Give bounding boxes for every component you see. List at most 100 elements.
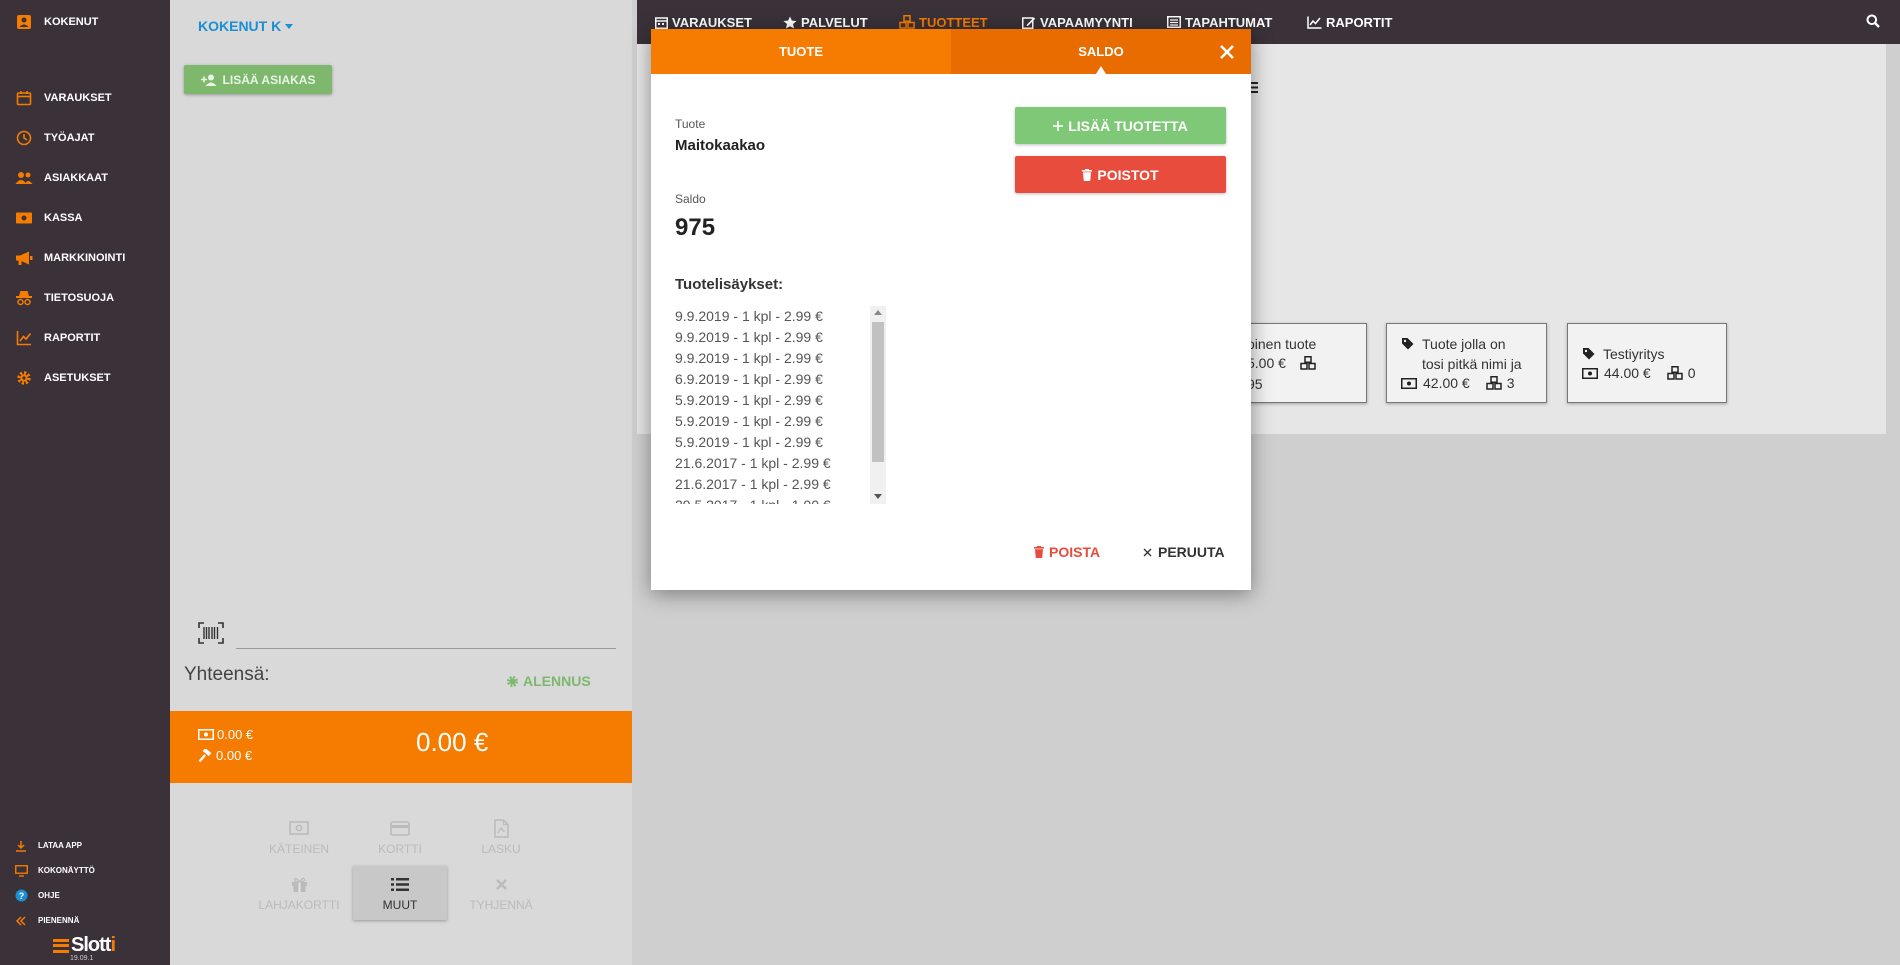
list-item: 9.9.2019 - 1 kpl - 2.99 € (675, 350, 823, 366)
sidebar-bottom-label: OHJE (38, 891, 60, 900)
invoice-pay-button[interactable]: LASKU (454, 810, 548, 864)
sidebar-item-kassa[interactable]: KASSA (0, 198, 170, 238)
gavel-icon (198, 748, 213, 763)
product-stock: 0 (1687, 365, 1696, 381)
money-bill-icon (289, 818, 309, 838)
megaphone-icon (14, 248, 34, 268)
sidebar-item-raportit[interactable]: RAPORTIT (0, 318, 170, 358)
download-icon (14, 839, 28, 853)
list-alt-icon (1167, 16, 1181, 28)
delete-button[interactable]: POISTA (1034, 544, 1100, 560)
cancel-button[interactable]: PERUUTA (1143, 544, 1225, 560)
list-item: 5.9.2019 - 1 kpl - 2.99 € (675, 392, 823, 408)
line-chart-icon (1307, 16, 1322, 29)
stock-icon (1666, 366, 1683, 380)
sidebar-item-pienenna[interactable]: PIENENNÄ (0, 908, 170, 933)
collapse-icon (14, 914, 28, 928)
tab-label: VAPAAMYYNTI (1040, 14, 1133, 30)
sidebar-item-kokonaytto[interactable]: KOKONÄYTTÖ (0, 858, 170, 883)
scroll-up-arrow-icon[interactable] (874, 310, 882, 315)
stock-icon (1485, 376, 1502, 390)
customer-name: KOKENUT K (198, 18, 282, 34)
additions-list[interactable]: 9.9.2019 - 1 kpl - 2.99 € 9.9.2019 - 1 k… (675, 306, 890, 504)
logo-mark (53, 938, 69, 953)
tab-tuote[interactable]: TUOTE (651, 29, 951, 74)
logo-accent: i (110, 934, 115, 956)
card-pay-button[interactable]: KORTTI (353, 810, 447, 864)
tag-icon (1582, 347, 1595, 364)
sidebar-item-tietosuoja[interactable]: TIETOSUOJA (0, 278, 170, 318)
product-card[interactable]: Tuote jolla on tosi pitkä nimi ja 42.00 … (1386, 323, 1547, 403)
sidebar-item-varaukset[interactable]: VARAUKSET (0, 78, 170, 118)
barcode-input[interactable] (236, 648, 616, 649)
sidebar-item-asiakkaat[interactable]: ASIAKKAAT (0, 158, 170, 198)
active-tab-indicator (1096, 66, 1106, 74)
other-pay-button[interactable]: MUUT (353, 866, 447, 920)
card-amount: 0.00 € (216, 748, 253, 763)
removals-button[interactable]: POISTOT (1015, 156, 1226, 193)
logo-text: Slott (71, 934, 111, 956)
additions-items: 9.9.2019 - 1 kpl - 2.99 € 9.9.2019 - 1 k… (675, 306, 870, 504)
times-icon (495, 874, 508, 894)
spy-icon (14, 288, 34, 308)
sidebar-bottom-label: PIENENNÄ (38, 916, 80, 925)
calendar-icon (14, 88, 34, 108)
scroll-down-arrow-icon[interactable] (874, 494, 882, 499)
stock-icon (1300, 356, 1316, 370)
product-name-text: Testiyritys (1603, 346, 1665, 362)
trash-icon (1034, 546, 1044, 558)
tab-label: TAPAHTUMAT (1185, 14, 1273, 30)
sidebar-nav: VARAUKSET TYÖAJAT ASIAKKAAT KASSA MARKKI… (0, 78, 170, 398)
clear-cart-button[interactable]: TYHJENNÄ (454, 866, 548, 920)
product-card[interactable]: oinen tuote 5.00 € 95 (1234, 323, 1367, 403)
customer-dropdown[interactable]: KOKENUT K (198, 18, 294, 34)
cash-pay-button[interactable]: KÄTEINEN (252, 810, 346, 864)
search-icon[interactable] (1866, 14, 1880, 33)
sidebar-item-asetukset[interactable]: ASETUKSET (0, 358, 170, 398)
balance-label: Saldo (675, 192, 706, 206)
scroll-thumb[interactable] (872, 322, 884, 462)
sidebar-item-label: TYÖAJAT (44, 132, 95, 144)
money-icon (1401, 377, 1417, 389)
gear-icon (14, 368, 34, 388)
trash-icon (1082, 168, 1093, 181)
sidebar-user[interactable]: KOKENUT (14, 12, 98, 32)
slotti-logo: Slott i (53, 934, 116, 957)
list-item: 5.9.2019 - 1 kpl - 2.99 € (675, 434, 823, 450)
add-customer-button[interactable]: LISÄÄ ASIAKAS (184, 65, 332, 94)
tab-raportit[interactable]: RAPORTIT (1307, 0, 1392, 44)
sidebar-bottom: LATAA APP KOKONÄYTTÖ ? OHJE PIENENNÄ (0, 833, 170, 933)
chart-icon (14, 328, 34, 348)
discount-button[interactable]: ALENNUS (506, 673, 591, 689)
star-icon (783, 16, 797, 29)
app-version: 19.09.1 (70, 955, 94, 962)
card-pay-label: KORTTI (378, 842, 422, 856)
card-total: 0.00 € (198, 748, 252, 763)
product-stock: 3 (1506, 375, 1515, 391)
list-item: 6.9.2019 - 1 kpl - 2.99 € (675, 371, 823, 387)
product-meta: 44.00 € 0 (1582, 365, 1696, 381)
add-product-button[interactable]: LISÄÄ TUOTETTA (1015, 107, 1226, 144)
sidebar-item-ohje[interactable]: ? OHJE (0, 883, 170, 908)
sidebar-item-tyoajat[interactable]: TYÖAJAT (0, 118, 170, 158)
tab-label: PALVELUT (801, 14, 868, 30)
sidebar-user-name: KOKENUT (44, 16, 99, 28)
barcode-icon[interactable] (198, 622, 224, 649)
plus-icon (1053, 120, 1064, 131)
close-small-icon (1143, 548, 1152, 557)
edit-icon (1022, 16, 1036, 29)
tab-label: TUOTTEET (919, 14, 988, 30)
sidebar-item-markkinointi[interactable]: MARKKINOINTI (0, 238, 170, 278)
close-icon[interactable] (1214, 39, 1239, 64)
balance-value: 975 (675, 214, 716, 241)
list-item: 21.6.2017 - 1 kpl - 2.99 € (675, 455, 831, 471)
cash-pay-label: KÄTEINEN (268, 842, 329, 856)
giftcard-pay-button[interactable]: LAHJAKORTTI (252, 866, 346, 920)
additions-scrollbar[interactable] (870, 306, 886, 504)
sidebar-item-lataa-app[interactable]: LATAA APP (0, 833, 170, 858)
clear-cart-label: TYHJENNÄ (469, 898, 533, 912)
money-icon (1582, 367, 1598, 379)
sidebar-item-label: ASETUKSET (44, 372, 111, 384)
product-card[interactable]: Testiyritys 44.00 € 0 (1567, 323, 1727, 403)
total-amount: 0.00 € (416, 727, 489, 757)
